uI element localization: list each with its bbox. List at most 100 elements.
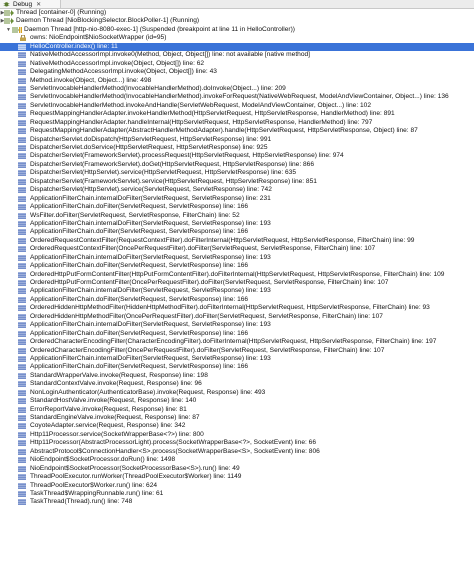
stack-frame-label: Http11Processor.service(SocketWrapperBas… — [30, 430, 204, 438]
stack-frame-row[interactable]: TaskThread$WrappingRunnable.run() line: … — [0, 490, 474, 498]
stack-frame-row[interactable]: ApplicationFilterChain.internalDoFilter(… — [0, 355, 474, 363]
stack-frame-row[interactable]: ThreadPoolExecutor$Worker.run() line: 62… — [0, 482, 474, 490]
stack-frame-row[interactable]: Method.invoke(Object, Object...) line: 4… — [0, 77, 474, 85]
thread-label: Daemon Thread [http-nio-8080-exec-1] (Su… — [24, 25, 295, 33]
stack-frame-row[interactable]: ApplicationFilterChain.doFilter(ServletR… — [0, 203, 474, 211]
stack-frame-row[interactable]: WsFilter.doFilter(ServletRequest, Servle… — [0, 212, 474, 220]
stack-frame-row[interactable]: DelegatingMethodAccessorImpl.invoke(Obje… — [0, 68, 474, 76]
stack-frame-label: ThreadPoolExecutor.runWorker(ThreadPoolE… — [30, 473, 242, 481]
stack-frame-icon — [18, 415, 26, 421]
stack-frame-label: ApplicationFilterChain.internalDoFilter(… — [30, 194, 271, 202]
stack-frame-icon — [18, 407, 26, 413]
stack-frame-row[interactable]: DispatcherServlet.doService(HttpServletR… — [0, 144, 474, 152]
suspended-thread-row[interactable]: ▼ Daemon Thread [http-nio-8080-exec-1] (… — [0, 26, 474, 34]
stack-frame-row[interactable]: ApplicationFilterChain.doFilter(ServletR… — [0, 330, 474, 338]
debug-tab-label: Debug — [13, 0, 33, 8]
thread-row[interactable]: ▶ Thread [container-0] (Running) — [0, 9, 474, 17]
stack-frame-label: ApplicationFilterChain.doFilter(ServletR… — [30, 228, 249, 236]
stack-frame-label: RequestMappingHandlerAdapter.handleInter… — [30, 118, 373, 126]
stack-frame-row[interactable]: OrderedCharacterEncodingFilter(Character… — [0, 338, 474, 346]
stack-frame-row[interactable]: Http11Processor.service(SocketWrapperBas… — [0, 431, 474, 439]
chevron-down-icon[interactable]: ▼ — [6, 27, 11, 33]
stack-frame-row[interactable]: StandardWrapperValve.invoke(Request, Res… — [0, 372, 474, 380]
stack-frame-row[interactable]: CoyoteAdapter.service(Request, Response)… — [0, 422, 474, 430]
stack-frame-icon — [18, 322, 26, 328]
stack-frame-row[interactable]: NioEndpoint$SocketProcessor(SocketProces… — [0, 465, 474, 473]
stack-frame-label: RequestMappingHandlerAdapter(AbstractHan… — [30, 127, 418, 135]
stack-frame-icon — [18, 499, 26, 506]
stack-frame-label: OrderedRequestContextFilter(OncePerReque… — [30, 245, 376, 253]
stack-frame-icon — [18, 356, 26, 362]
stack-frame-icon — [18, 137, 26, 143]
stack-frame-label: TaskThread$WrappingRunnable.run() line: … — [30, 489, 164, 497]
stack-frame-row[interactable]: ThreadPoolExecutor.runWorker(ThreadPoolE… — [0, 473, 474, 481]
stack-frame-icon — [18, 483, 26, 489]
stack-frame-row[interactable]: OrderedRequestContextFilter(RequestConte… — [0, 237, 474, 245]
stack-frame-row[interactable]: ApplicationFilterChain.internalDoFilter(… — [0, 254, 474, 262]
stack-frame-row[interactable]: OrderedHiddenHttpMethodFilter(HiddenHttp… — [0, 304, 474, 312]
stack-frame-row[interactable]: StandardHostValve.invoke(Request, Respon… — [0, 397, 474, 405]
stack-frame-label: NativeMethodAccessorImpl.invoke0(Method,… — [30, 51, 311, 59]
stack-frame-label: ServletInvocableHandlerMethod.invokeAndH… — [30, 101, 371, 109]
stack-frame-label: DispatcherServlet(HttpServlet).service(S… — [30, 186, 272, 194]
stack-frame-row[interactable]: Http11Processor(AbstractProcessorLight).… — [0, 439, 474, 447]
stack-frame-icon — [18, 69, 26, 75]
stack-frame-row[interactable]: DispatcherServlet(FrameworkServlet).serv… — [0, 178, 474, 186]
stack-frame-row[interactable]: StandardContextValve.invoke(Request, Res… — [0, 380, 474, 388]
stack-frame-row[interactable]: HelloController.index() line: 11 — [0, 42, 474, 52]
stack-frame-row[interactable]: ApplicationFilterChain.doFilter(ServletR… — [0, 296, 474, 304]
stack-frame-row[interactable]: ApplicationFilterChain.internalDoFilter(… — [0, 220, 474, 228]
stack-frame-row[interactable]: ApplicationFilterChain.internalDoFilter(… — [0, 195, 474, 203]
close-icon[interactable]: ✕ — [36, 1, 41, 8]
stack-frame-row[interactable]: DispatcherServlet(FrameworkServlet).proc… — [0, 152, 474, 160]
stack-frame-label: ApplicationFilterChain.doFilter(ServletR… — [30, 363, 249, 371]
stack-frame-label: StandardContextValve.invoke(Request, Res… — [30, 380, 202, 388]
stack-frame-label: ServletInvocableHandlerMethod(InvocableH… — [30, 84, 286, 92]
stack-frame-label: OrderedCharacterEncodingFilter(Character… — [30, 338, 437, 346]
stack-frame-label: ApplicationFilterChain.doFilter(ServletR… — [30, 329, 249, 337]
stack-frame-row[interactable]: ApplicationFilterChain.internalDoFilter(… — [0, 321, 474, 329]
stack-frame-row[interactable]: NativeMethodAccessorImpl.invoke(Object, … — [0, 60, 474, 68]
stack-frame-icon — [18, 213, 26, 219]
stack-frame-label: ApplicationFilterChain.internalDoFilter(… — [30, 253, 271, 261]
stack-frame-row[interactable]: DispatcherServlet(FrameworkServlet).doGe… — [0, 161, 474, 169]
stack-frame-row[interactable]: RequestMappingHandlerAdapter(AbstractHan… — [0, 127, 474, 135]
stack-frame-label: ApplicationFilterChain.internalDoFilter(… — [30, 287, 271, 295]
stack-frame-row[interactable]: ApplicationFilterChain.internalDoFilter(… — [0, 287, 474, 295]
stack-frame-icon — [18, 339, 26, 345]
stack-frame-label: CoyoteAdapter.service(Request, Response)… — [30, 422, 186, 430]
stack-frame-row[interactable]: NonLoginAuthenticator(AuthenticatorBase)… — [0, 389, 474, 397]
stack-frame-row[interactable]: OrderedCharacterEncodingFilter(OncePerRe… — [0, 347, 474, 355]
stack-frame-row[interactable]: OrderedHiddenHttpMethodFilter(OncePerReq… — [0, 313, 474, 321]
thread-row[interactable]: ▶ Daemon Thread [NioBlockingSelector.Blo… — [0, 17, 474, 25]
stack-frame-row[interactable]: TaskThread(Thread).run() line: 748 — [0, 498, 474, 506]
stack-frame-row[interactable]: RequestMappingHandlerAdapter.invokeHandl… — [0, 110, 474, 118]
stack-frame-row[interactable]: NioEndpoint$SocketProcessor.doRun() line… — [0, 456, 474, 464]
thread-icon — [4, 18, 14, 25]
stack-frame-row[interactable]: ErrorReportValve.invoke(Request, Respons… — [0, 406, 474, 414]
stack-frame-row[interactable]: ApplicationFilterChain.doFilter(ServletR… — [0, 363, 474, 371]
stack-frame-row[interactable]: OrderedHttpPutFormContentFilter(OncePerR… — [0, 279, 474, 287]
stack-frame-row[interactable]: OrderedHttpPutFormContentFilter(HttpPutF… — [0, 271, 474, 279]
thread-label: Daemon Thread [NioBlockingSelector.Block… — [16, 17, 200, 25]
stack-frame-icon — [18, 111, 26, 117]
stack-frame-icon — [18, 390, 26, 396]
monitor-row[interactable]: owns: NioEndpoint$NioSocketWrapper (id=9… — [0, 34, 474, 42]
stack-frame-row[interactable]: StandardEngineValve.invoke(Request, Resp… — [0, 414, 474, 422]
stack-frame-row[interactable]: NativeMethodAccessorImpl.invoke0(Method,… — [0, 51, 474, 59]
stack-frame-label: WsFilter.doFilter(ServletRequest, Servle… — [30, 211, 240, 219]
stack-frame-row[interactable]: DispatcherServlet(HttpServlet).service(S… — [0, 186, 474, 194]
debug-tree[interactable]: ▶ Thread [container-0] (Running) ▶ Daemo… — [0, 9, 474, 572]
stack-frame-row[interactable]: DispatcherServlet.doDispatch(HttpServlet… — [0, 136, 474, 144]
stack-frame-row[interactable]: DispatcherServlet(HttpServlet).service(H… — [0, 169, 474, 177]
stack-frame-row[interactable]: ServletInvocableHandlerMethod.invokeAndH… — [0, 102, 474, 110]
stack-frame-row[interactable]: ApplicationFilterChain.doFilter(ServletR… — [0, 262, 474, 270]
stack-frame-row[interactable]: ApplicationFilterChain.doFilter(ServletR… — [0, 228, 474, 236]
stack-frame-row[interactable]: AbstractProtocol$ConnectionHandler<S>.pr… — [0, 448, 474, 456]
monitor-label: owns: NioEndpoint$NioSocketWrapper (id=9… — [30, 34, 167, 42]
stack-frame-row[interactable]: ServletInvocableHandlerMethod(InvocableH… — [0, 85, 474, 93]
stack-frame-row[interactable]: ServletInvocableHandlerMethod(InvocableH… — [0, 93, 474, 101]
stack-frame-row[interactable]: RequestMappingHandlerAdapter.handleInter… — [0, 119, 474, 127]
stack-frame-row[interactable]: OrderedRequestContextFilter(OncePerReque… — [0, 245, 474, 253]
debug-tab[interactable]: Debug ✕ — [0, 0, 61, 8]
